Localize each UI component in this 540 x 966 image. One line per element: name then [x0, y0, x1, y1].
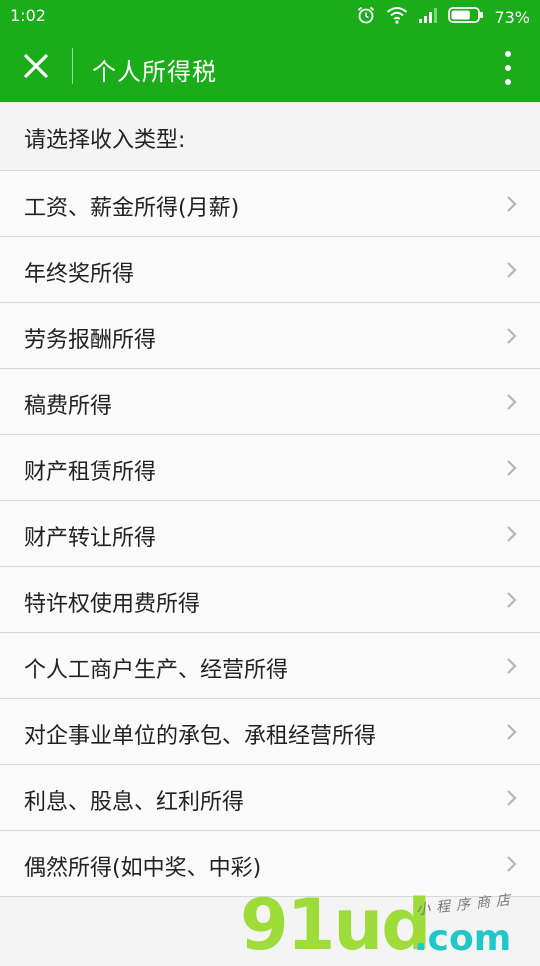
title-bar: 个人所得税: [0, 32, 540, 102]
close-icon: [23, 53, 49, 83]
chevron-right-icon: [506, 591, 518, 609]
list-item-contract-lease-operation[interactable]: 对企事业单位的承包、承租经营所得: [0, 699, 540, 765]
status-bar: 1:02 73%: [0, 0, 540, 32]
more-vertical-icon: [505, 51, 511, 57]
chevron-right-icon: [506, 261, 518, 279]
list-item-label: 偶然所得(如中奖、中彩): [24, 856, 262, 881]
list-item-property-lease[interactable]: 财产租赁所得: [0, 435, 540, 501]
battery-icon: [448, 6, 484, 28]
chevron-right-icon: [506, 459, 518, 477]
list-item-label: 特许权使用费所得: [24, 592, 201, 617]
chevron-right-icon: [506, 657, 518, 675]
chevron-right-icon: [506, 855, 518, 873]
chevron-right-icon: [506, 525, 518, 543]
watermark-brand: 91ud: [240, 884, 431, 966]
more-menu-button[interactable]: [496, 51, 520, 85]
status-icons: 73%: [356, 5, 530, 29]
wifi-icon: [386, 6, 408, 28]
list-item-label: 劳务报酬所得: [24, 328, 157, 353]
watermark-suffix: .com: [414, 918, 512, 959]
chevron-right-icon: [506, 195, 518, 213]
list-item-label: 工资、薪金所得(月薪): [24, 196, 240, 221]
list-item-label: 利息、股息、红利所得: [24, 790, 245, 815]
chevron-right-icon: [506, 789, 518, 807]
section-header: 请选择收入类型:: [0, 102, 540, 171]
income-type-list: 工资、薪金所得(月薪) 年终奖所得 劳务报酬所得 稿费所得 财产租赁所得 财产转…: [0, 171, 540, 897]
list-item-salary[interactable]: 工资、薪金所得(月薪): [0, 171, 540, 237]
list-item-annual-bonus[interactable]: 年终奖所得: [0, 237, 540, 303]
list-item-author-remuneration[interactable]: 稿费所得: [0, 369, 540, 435]
list-item-interest-dividend[interactable]: 利息、股息、红利所得: [0, 765, 540, 831]
page-title: 个人所得税: [92, 58, 217, 86]
list-item-label: 个人工商户生产、经营所得: [24, 658, 289, 683]
close-button[interactable]: [18, 52, 54, 84]
chevron-right-icon: [506, 393, 518, 411]
list-item-property-transfer[interactable]: 财产转让所得: [0, 501, 540, 567]
list-item-label: 年终奖所得: [24, 262, 135, 287]
status-time: 1:02: [10, 6, 46, 25]
list-item-label: 财产租赁所得: [24, 460, 157, 485]
watermark-tagline: 小程序商店: [415, 891, 517, 919]
chevron-right-icon: [506, 723, 518, 741]
signal-icon: [418, 7, 438, 27]
battery-percent: 73%: [494, 7, 530, 27]
chevron-right-icon: [506, 327, 518, 345]
list-item-labor-remuneration[interactable]: 劳务报酬所得: [0, 303, 540, 369]
list-item-royalty[interactable]: 特许权使用费所得: [0, 567, 540, 633]
title-divider: [72, 48, 73, 84]
alarm-icon: [356, 5, 376, 29]
section-header-label: 请选择收入类型:: [24, 128, 186, 153]
list-item-label: 对企事业单位的承包、承租经营所得: [24, 724, 377, 749]
watermark-logo: 91ud 小程序商店 .com: [240, 890, 540, 960]
list-item-label: 稿费所得: [24, 394, 113, 419]
list-item-label: 财产转让所得: [24, 526, 157, 551]
list-item-individual-business[interactable]: 个人工商户生产、经营所得: [0, 633, 540, 699]
